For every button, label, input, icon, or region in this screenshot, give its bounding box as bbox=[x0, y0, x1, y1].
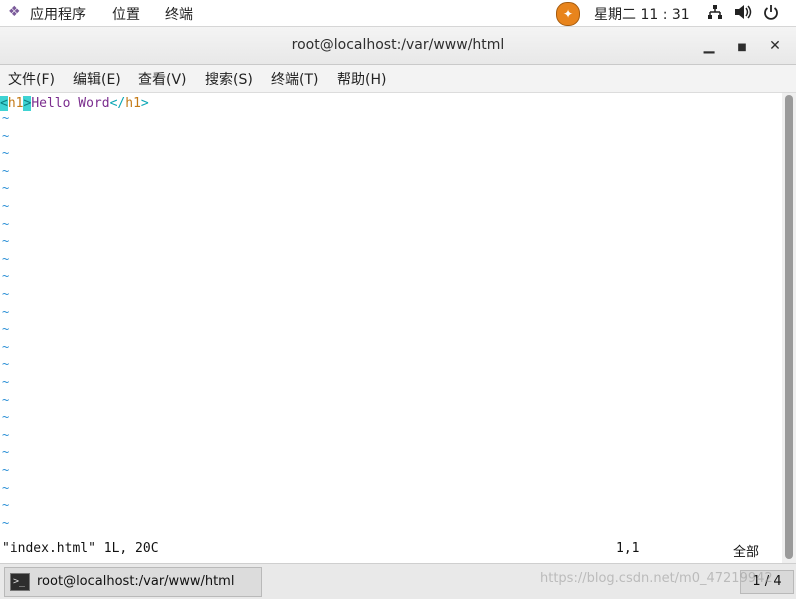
empty-line-tilde: ~ bbox=[2, 515, 10, 530]
close-icon: ✕ bbox=[769, 38, 781, 54]
terminal-app-menu[interactable]: 终端 bbox=[165, 4, 193, 24]
menu-help[interactable]: 帮助(H) bbox=[337, 69, 386, 89]
vim-status-file: "index.html" 1L, 20C bbox=[2, 541, 159, 556]
tag-name: h1 bbox=[125, 96, 141, 111]
tag-bracket: </ bbox=[109, 96, 126, 111]
taskbar-terminal-label: root@localhost:/var/www/html bbox=[37, 574, 235, 589]
minimize-icon: ▁ bbox=[703, 38, 715, 54]
empty-line-tilde: ~ bbox=[2, 322, 10, 337]
menu-file[interactable]: 文件(F) bbox=[8, 69, 55, 89]
empty-line-tilde: ~ bbox=[2, 216, 10, 231]
empty-line-tilde: ~ bbox=[2, 463, 10, 477]
tag-bracket: > bbox=[140, 96, 149, 111]
scrollbar[interactable] bbox=[782, 93, 796, 563]
terminal-icon: >_ bbox=[10, 573, 30, 591]
apps-menu[interactable]: 应用程序 bbox=[30, 4, 86, 24]
terminal-area[interactable]: <h1>Hello Word</h1> ~ ~ ~ ~ ~ ~ ~ ~ ~ ~ ~ ~ ~ ~ ~ ~ ~ ~ ~ ~… bbox=[0, 93, 782, 563]
empty-line-tilde: ~ bbox=[2, 234, 10, 249]
empty-line-tilde: ~ bbox=[2, 181, 10, 196]
menu-edit[interactable]: 编辑(E) bbox=[73, 69, 121, 89]
empty-line-tilde: ~ bbox=[2, 480, 10, 495]
empty-line-tilde: ~ bbox=[2, 445, 10, 460]
update-notification-icon[interactable]: ✦ bbox=[556, 2, 580, 26]
editor-line-1: <h1>Hello Word</h1> bbox=[0, 95, 149, 112]
vim-scroll-position: 全部 bbox=[733, 545, 760, 560]
vim-cursor-position: 1,1 bbox=[616, 541, 640, 556]
network-icon[interactable] bbox=[707, 4, 723, 24]
window-titlebar[interactable]: root@localhost:/var/www/html ▁ ■ ✕ bbox=[0, 27, 796, 65]
scrollbar-thumb[interactable] bbox=[785, 95, 793, 559]
empty-line-tilde: ~ bbox=[2, 427, 10, 442]
text-content: Hello Word bbox=[31, 96, 110, 111]
empty-line-tilde: ~ bbox=[2, 269, 10, 284]
maximize-icon: ■ bbox=[737, 42, 747, 53]
empty-line-tilde: ~ bbox=[2, 498, 10, 513]
empty-line-tilde: ~ bbox=[2, 199, 10, 213]
empty-line-tilde: ~ bbox=[2, 146, 10, 161]
cursor: < bbox=[0, 96, 8, 111]
window-title: root@localhost:/var/www/html bbox=[291, 37, 505, 53]
apps-menu-icon[interactable]: ❖ bbox=[8, 4, 21, 20]
empty-line-tilde: ~ bbox=[2, 111, 10, 125]
maximize-button[interactable]: ■ bbox=[731, 35, 753, 57]
volume-icon[interactable] bbox=[734, 4, 752, 24]
tag-name: h1 bbox=[7, 96, 24, 111]
empty-line-tilde: ~ bbox=[2, 410, 10, 425]
menu-terminal[interactable]: 终端(T) bbox=[271, 69, 318, 89]
top-bar: ❖ 应用程序 位置 终端 ✦ 星期二 11 : 31 bbox=[0, 0, 796, 27]
menu-bar: 文件(F) 编辑(E) 查看(V) 搜索(S) 终端(T) 帮助(H) bbox=[0, 65, 796, 93]
empty-line-tilde: ~ bbox=[2, 357, 10, 372]
empty-line-tilde: ~ bbox=[2, 163, 10, 178]
watermark: https://blog.csdn.net/m0_47219942 bbox=[540, 571, 773, 586]
places-menu[interactable]: 位置 bbox=[112, 4, 140, 24]
empty-line-tilde: ~ bbox=[2, 128, 10, 143]
empty-line-tilde: ~ bbox=[2, 304, 10, 319]
minimize-button[interactable]: ▁ bbox=[698, 35, 720, 57]
empty-line-tilde: ~ bbox=[2, 375, 10, 389]
clock[interactable]: 星期二 11 : 31 bbox=[594, 4, 690, 24]
empty-line-tilde: ~ bbox=[2, 287, 10, 301]
empty-line-tilde: ~ bbox=[2, 339, 10, 354]
close-button[interactable]: ✕ bbox=[764, 35, 786, 57]
empty-line-tilde: ~ bbox=[2, 392, 10, 407]
power-icon[interactable] bbox=[763, 4, 779, 24]
empty-line-tilde: ~ bbox=[2, 251, 10, 266]
taskbar-terminal-button[interactable]: >_ root@localhost:/var/www/html bbox=[4, 567, 262, 597]
menu-view[interactable]: 查看(V) bbox=[138, 69, 187, 89]
menu-search[interactable]: 搜索(S) bbox=[205, 69, 253, 89]
